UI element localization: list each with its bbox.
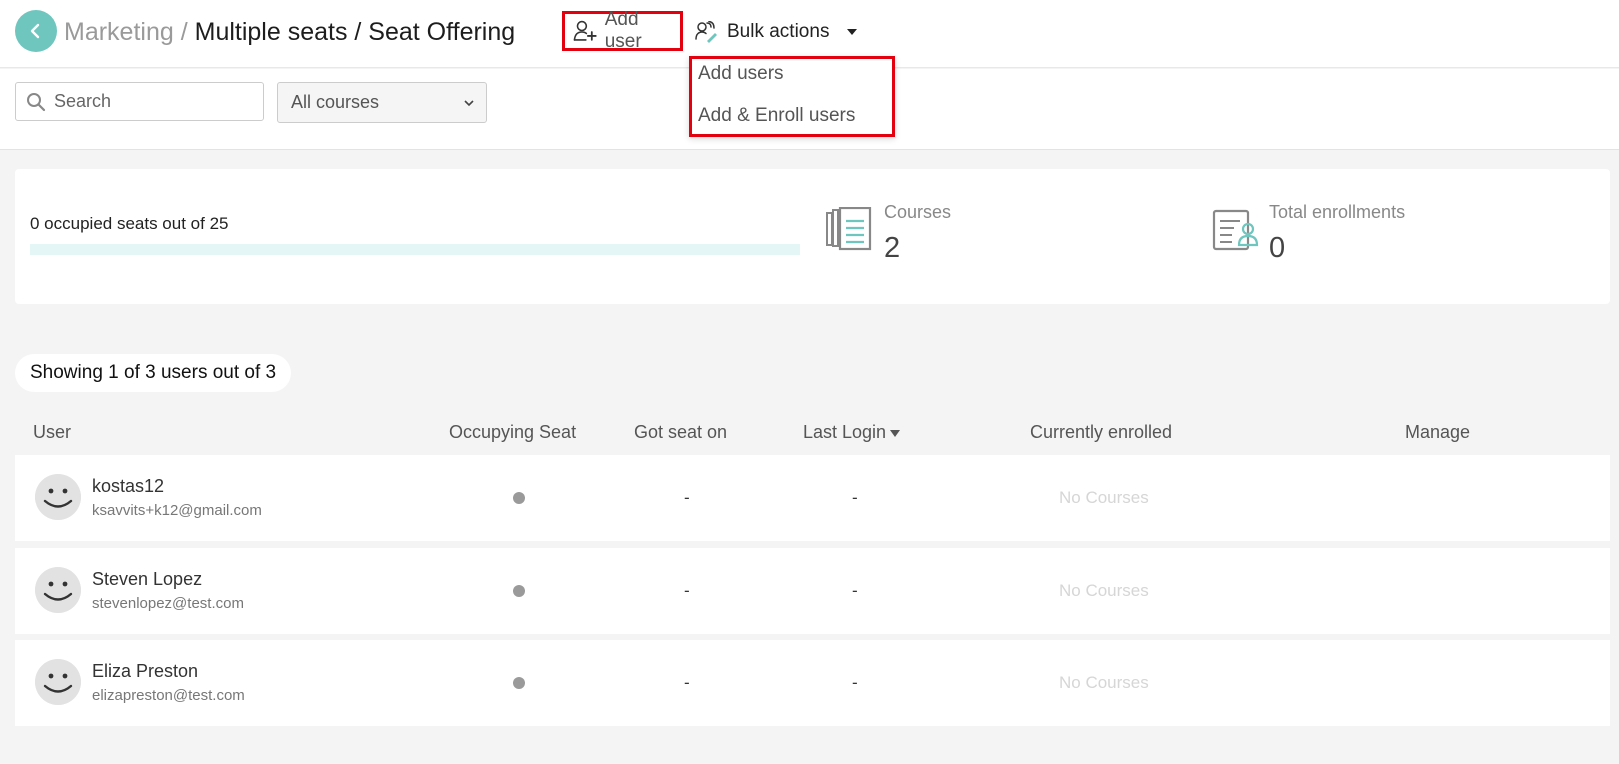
sort-desc-icon	[890, 429, 901, 437]
courses-value: 2	[884, 232, 901, 264]
occupying-seat-indicator	[513, 585, 525, 597]
column-header-last-login[interactable]: Last Login	[803, 422, 901, 443]
page-title: Multiple seats / Seat Offering	[194, 18, 516, 46]
showing-users-text: Showing 1 of 3 users out of 3	[15, 354, 292, 392]
got-seat-on-value: -	[684, 673, 690, 692]
avatar-smiley-icon	[35, 567, 81, 613]
last-login-value: -	[852, 488, 858, 507]
seats-progress-bar	[30, 244, 800, 255]
add-user-label: Add user	[604, 9, 642, 52]
search-box	[15, 82, 264, 121]
course-filter-value: All courses	[291, 92, 380, 112]
seats-stats-card: 0 occupied seats out of 25 Courses 2 Tot…	[15, 169, 1610, 304]
enrollments-label: Total enrollments	[1269, 202, 1406, 222]
breadcrumb-separator: /	[180, 18, 188, 46]
add-user-menu: Add users Add & Enroll users	[689, 56, 895, 137]
column-header-got-seat-on: Got seat on	[634, 422, 728, 442]
occupying-seat-indicator	[513, 492, 525, 504]
avatar-smiley-icon	[35, 474, 81, 520]
add-user-button[interactable]: Add user	[562, 9, 683, 52]
user-email: stevenlopez@test.com	[92, 595, 244, 612]
table-row: kostas12 ksavvits+k12@gmail.com - - No C…	[15, 455, 1610, 541]
menu-item-add-users[interactable]: Add users	[698, 63, 784, 85]
enrollments-icon	[1212, 209, 1259, 251]
breadcrumb: Marketing / Multiple seats / Seat Offeri…	[64, 16, 515, 48]
user-name[interactable]: kostas12	[92, 476, 164, 497]
column-header-occupying-seat: Occupying Seat	[449, 422, 577, 442]
bulk-actions-button[interactable]: Bulk actions	[695, 16, 858, 48]
breadcrumb-root[interactable]: Marketing	[64, 18, 174, 46]
search-input[interactable]	[54, 91, 244, 112]
back-arrow-icon	[30, 23, 40, 39]
user-email: ksavvits+k12@gmail.com	[92, 502, 262, 519]
last-login-value: -	[852, 673, 858, 692]
enrollments-value: 0	[1269, 232, 1286, 264]
chevron-down-icon	[847, 29, 858, 35]
courses-label: Courses	[884, 202, 952, 222]
column-header-last-login-label: Last Login	[803, 422, 887, 442]
occupied-seats-text: 0 occupied seats out of 25	[30, 214, 229, 233]
user-name[interactable]: Eliza Preston	[92, 661, 198, 682]
user-name[interactable]: Steven Lopez	[92, 569, 202, 590]
courses-icon	[826, 207, 872, 251]
table-row: Steven Lopez stevenlopez@test.com - - No…	[15, 548, 1610, 634]
avatar-smiley-icon	[35, 659, 81, 705]
chevron-down-icon	[464, 99, 474, 106]
enrolled-courses-value: No Courses	[1059, 581, 1149, 600]
got-seat-on-value: -	[684, 488, 690, 507]
enrolled-courses-value: No Courses	[1059, 488, 1149, 507]
column-header-manage: Manage	[1405, 422, 1471, 442]
last-login-value: -	[852, 581, 858, 600]
search-icon	[27, 92, 46, 111]
user-email: elizapreston@test.com	[92, 687, 245, 704]
occupying-seat-indicator	[513, 677, 525, 689]
bulk-actions-label: Bulk actions	[727, 21, 830, 42]
back-button[interactable]	[15, 10, 57, 52]
column-header-user: User	[33, 422, 72, 442]
add-user-icon	[573, 20, 597, 41]
enrolled-courses-value: No Courses	[1059, 673, 1149, 692]
course-filter-select[interactable]: All courses	[277, 82, 487, 123]
table-row: Eliza Preston elizapreston@test.com - - …	[15, 640, 1610, 726]
got-seat-on-value: -	[684, 581, 690, 600]
column-header-currently-enrolled: Currently enrolled	[1030, 422, 1173, 442]
menu-item-add-enroll-users[interactable]: Add & Enroll users	[698, 105, 855, 127]
bulk-actions-icon	[695, 21, 717, 43]
